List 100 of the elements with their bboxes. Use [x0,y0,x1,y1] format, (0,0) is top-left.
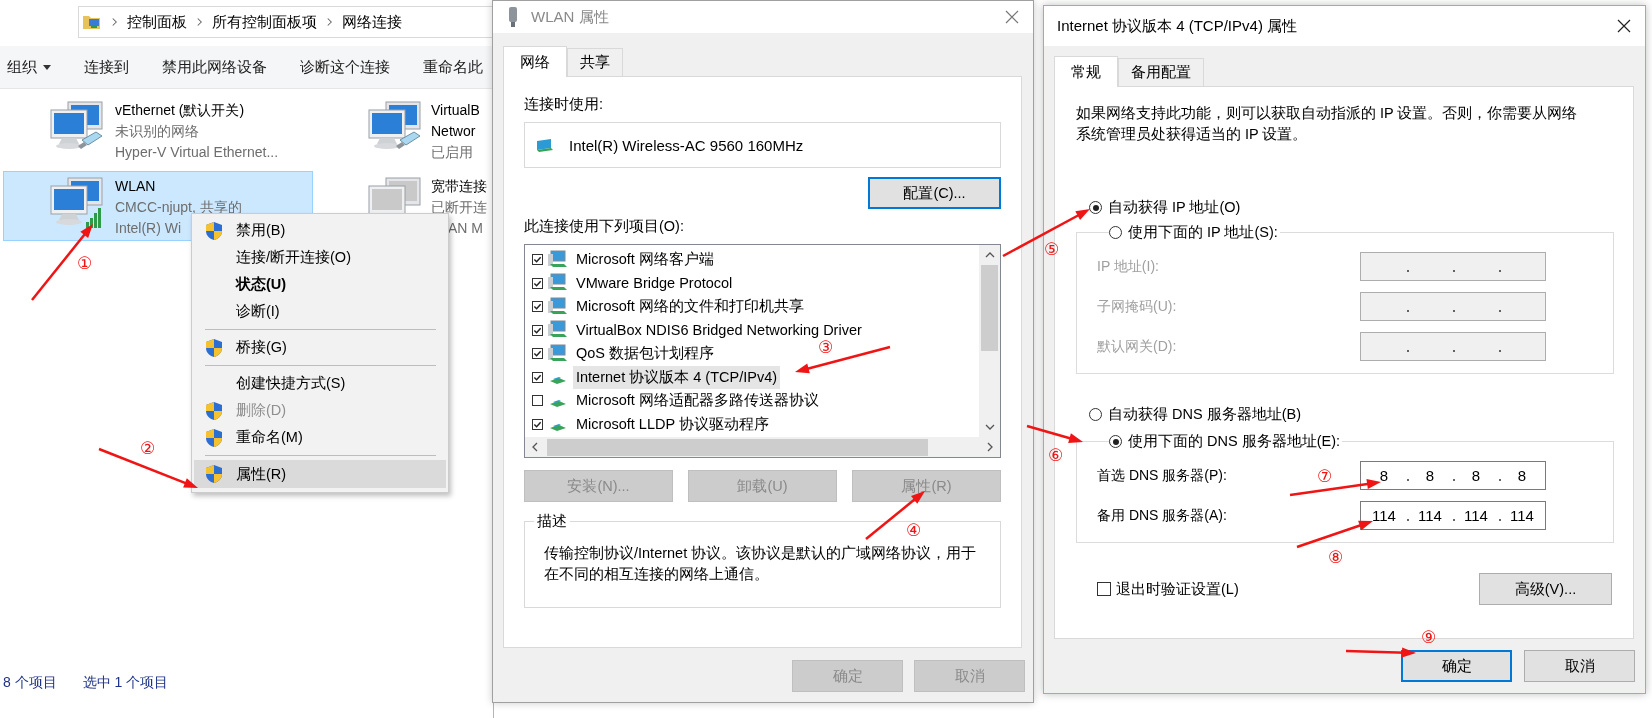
tab[interactable]: 备用配置 [1118,58,1204,86]
step-number: ⑨ [1421,626,1437,649]
menu-item[interactable]: 属性(R) [194,460,446,488]
connection-detail: Hyper-V Virtual Ethernet... [115,143,279,162]
intro-text: 如果网络支持此功能，则可以获取自动指派的 IP 设置。否则，你需要从网络系统管理员处获得适当的 IP 设置。 [1076,104,1579,144]
description-text: 传输控制协议/Internet 协议。该协议是默认的广域网络协议，用于在不同的相互连接的网络上通信。 [544,544,978,584]
menu-item[interactable]: 重命名(M) [194,424,446,451]
shield-icon [205,427,223,448]
toolbar-button[interactable]: 组织 [7,57,51,77]
adapter-icon [507,6,519,28]
scroll-right-icon[interactable] [986,441,994,453]
address-bar[interactable]: 控制面板 所有控制面板项 网络连接 [78,6,493,38]
checkbox[interactable] [532,324,543,336]
window-title: WLAN 属性 [531,7,609,27]
radio-button[interactable] [1109,226,1122,239]
scrollbar-thumb[interactable] [547,438,928,456]
protocol-icon [549,422,567,432]
breadcrumb-item[interactable]: 所有控制面板项 [212,12,317,32]
toolbar-button[interactable]: 禁用此网络设备 [162,57,267,77]
checkbox[interactable] [1097,582,1111,596]
tab[interactable]: 网络 [503,46,567,77]
field-label: 此连接使用下列项目(O): [524,217,685,236]
menu-item[interactable]: 创建快捷方式(S) [194,370,446,397]
toolbar-button[interactable]: 连接到 [84,57,129,77]
status-text: 8 个项目 [3,674,57,692]
window-title: Internet 协议版本 4 (TCP/IPv4) 属性 [1057,16,1298,36]
connection-detail: 已启用 [431,143,473,162]
list-item[interactable]: QoS 数据包计划程序 [573,342,718,366]
octet-value: 8 [1471,467,1481,484]
octet-value: 114 [1510,507,1534,524]
arrow [865,491,925,540]
ip-address-field[interactable]: 8 8 8 8 [1360,461,1546,490]
field-label: 首选 DNS 服务器(P): [1097,466,1227,485]
close-icon[interactable] [1617,19,1631,33]
network-service-icon [547,249,569,270]
connection-detail: 未识别的网络 [115,122,199,141]
checkbox[interactable] [532,395,543,407]
arrow [1345,647,1416,658]
tab[interactable]: 常规 [1054,56,1118,87]
connection-name: Networ [431,122,476,141]
scroll-left-icon[interactable] [531,441,539,453]
chevron-right-icon [111,17,118,27]
checkbox-label[interactable]: 退出时验证设置(L) [1116,579,1239,599]
checkbox[interactable] [532,348,543,360]
checkbox[interactable] [532,301,543,313]
octet-value: 8 [1517,467,1527,484]
menu-item[interactable]: 桥接(G) [194,334,446,361]
connection-item[interactable]: VirtualB Networ 已启用 [352,95,492,165]
radio-label[interactable]: 使用下面的 IP 地址(S): [1128,223,1278,242]
scroll-down-icon[interactable] [983,423,996,431]
radio-label[interactable]: 自动获得 DNS 服务器地址(B) [1108,405,1301,424]
radio-label[interactable]: 使用下面的 DNS 服务器地址(E): [1128,432,1341,451]
octet-value: 8 [1379,467,1389,484]
connection-name: vEthernet (默认开关) [115,101,245,120]
breadcrumb-item[interactable]: 控制面板 [127,12,187,32]
field-label: 备用 DNS 服务器(A): [1097,506,1227,525]
connection-item[interactable]: vEthernet (默认开关) 未识别的网络 Hyper-V Virtual Ethernet... [3,95,313,165]
arrow [1026,424,1083,443]
menu-item[interactable]: 诊断(I) [194,298,446,325]
menu-item[interactable]: 状态(U) [194,271,446,298]
connection-detail: 已断开连 [431,198,487,217]
step-number: ⑤ [1044,238,1060,261]
list-item[interactable]: VMware Bridge Protocol [573,273,736,294]
shield-icon [205,220,223,241]
protocol-icon [549,375,567,385]
dialog-button[interactable]: 取消 [1524,650,1635,682]
list-item[interactable]: Microsoft LLDP 协议驱动程序 [573,412,772,436]
checkbox[interactable] [532,371,543,383]
checkbox[interactable] [532,418,543,430]
checkbox[interactable] [532,254,543,266]
caret-icon [43,64,51,70]
radio-button[interactable] [1089,201,1102,214]
toolbar-button[interactable]: 重命名此 [423,57,483,77]
radio-label[interactable]: 自动获得 IP 地址(O) [1108,198,1241,217]
advanced-button[interactable]: 高级(V)... [1479,573,1612,605]
dialog-button[interactable]: 确定 [1401,650,1512,682]
list-item[interactable]: Microsoft 网络客户端 [573,248,717,272]
scroll-up-icon[interactable] [983,251,996,259]
connection-name: WLAN [115,177,156,196]
tab[interactable]: 共享 [567,48,623,76]
connection-detail: Intel(R) Wi [115,219,182,238]
checkbox[interactable] [532,277,543,289]
adapter-name: Intel(R) Wireless-AC 9560 160MHz [569,136,804,154]
configure-button[interactable]: 配置(C)... [868,177,1001,209]
step-number: ② [140,437,156,460]
group-title: 描述 [536,512,568,531]
list-item[interactable]: Internet 协议版本 4 (TCP/IPv4) [573,365,781,389]
radio-button[interactable] [1109,435,1122,448]
ip-address-field[interactable]: 114 114 114 114 [1360,501,1546,530]
list-item[interactable]: Microsoft 网络的文件和打印机共享 [573,295,807,319]
network-service-icon [547,343,569,364]
scrollbar-thumb[interactable] [981,265,998,351]
toolbar-button[interactable]: 诊断这个连接 [300,57,390,77]
breadcrumb-item[interactable]: 网络连接 [342,12,402,32]
connection-name: 宽带连接 [431,177,487,196]
field-label: 子网掩码(U): [1097,297,1177,316]
step-number: ⑦ [1317,465,1333,488]
menu-item[interactable]: 连接/断开连接(O) [194,244,446,271]
radio-button[interactable] [1089,408,1102,421]
list-item[interactable]: Microsoft 网络适配器多路传送器协议 [573,389,822,413]
